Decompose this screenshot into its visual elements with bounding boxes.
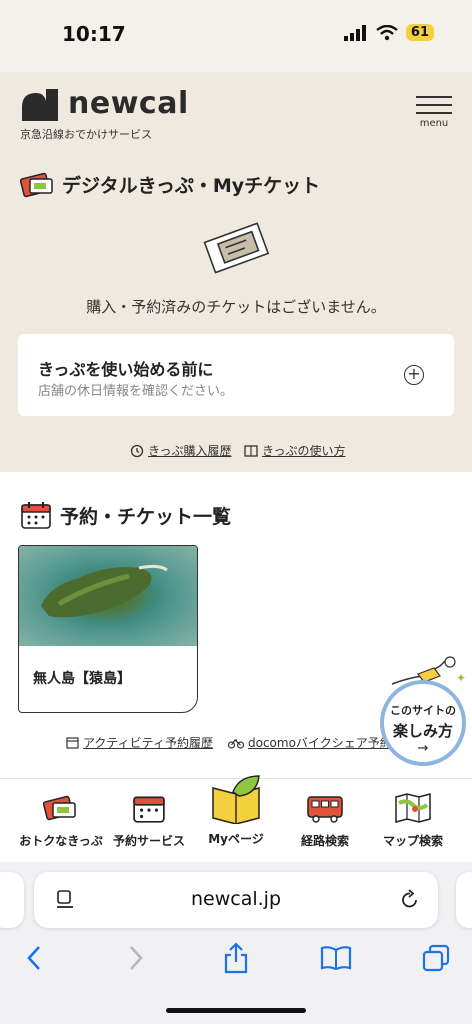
reservations-heading: 予約・チケット一覧 [20, 500, 231, 530]
tabs-icon [422, 944, 450, 972]
badge-top-text: このサイトの [390, 704, 456, 717]
nav-item-discount-tickets[interactable]: おトクなきっぷ [14, 790, 108, 849]
nav-item-route-search[interactable]: 経路検索 [278, 790, 372, 849]
bike-share-link[interactable]: docomoバイクシェア予約 [228, 734, 392, 751]
nav-item-mypage[interactable]: Myページ [189, 772, 283, 847]
url-text: newcal.jp [190, 888, 282, 910]
notice-card[interactable]: きっぷを使い始める前に 店舗の休日情報を確認ください。 + [18, 334, 454, 416]
forward-button[interactable] [116, 938, 156, 978]
tabs-button[interactable] [416, 938, 456, 978]
share-button[interactable] [216, 938, 256, 978]
reservation-card-label: 無人島【猿島】 [33, 671, 131, 687]
how-to-enjoy-badge[interactable]: このサイトの 楽しみ方 → [380, 680, 466, 766]
wifi-icon [376, 24, 398, 40]
history-icon [130, 444, 144, 457]
badge-arrow: → [417, 741, 429, 756]
chevron-left-icon [27, 946, 40, 970]
book-icon [244, 444, 258, 457]
expand-plus-icon[interactable]: + [404, 365, 424, 385]
ticket-icon [20, 172, 53, 198]
next-tab[interactable] [456, 872, 472, 928]
status-time: 10:17 [62, 22, 126, 46]
notice-subtitle: 店舗の休日情報を確認ください。 [38, 384, 234, 399]
status-bar: 10:17 61 [0, 0, 472, 72]
nav-item-map-search[interactable]: マップ検索 [366, 790, 460, 849]
island-photo [19, 546, 197, 646]
nav-item-reservation-service[interactable]: 予約サービス [102, 790, 196, 849]
notice-title: きっぷを使い始める前に [38, 360, 214, 379]
empty-ticket-illustration [203, 222, 270, 274]
calendar-nav-icon [133, 796, 165, 823]
home-indicator [166, 1008, 306, 1013]
back-button[interactable] [14, 938, 54, 978]
book-open-icon [320, 946, 352, 971]
logo-subtitle: 京急沿線おでかけサービス [20, 128, 152, 141]
share-icon [224, 942, 248, 974]
calendar-small-icon [66, 737, 79, 749]
bicycle-icon [228, 738, 244, 749]
tickets-title: デジタルきっぷ・Myチケット [62, 174, 321, 197]
menu-label: menu [419, 118, 449, 129]
train-icon [307, 796, 343, 823]
map-icon [395, 793, 431, 823]
logo[interactable]: newcal [20, 86, 189, 121]
mypage-book-icon [212, 775, 260, 824]
newcal-logo-icon [22, 88, 58, 121]
ticket-history-link[interactable]: きっぷ購入履歴 [130, 442, 232, 459]
previous-tab[interactable] [0, 872, 24, 928]
bookmarks-button[interactable] [316, 938, 356, 978]
address-bar[interactable]: newcal.jp [34, 872, 438, 928]
calendar-icon [21, 502, 51, 529]
signal-icon [343, 24, 366, 41]
menu-button[interactable]: menu [416, 96, 452, 129]
reservations-title: 予約・チケット一覧 [60, 505, 232, 528]
activity-history-link[interactable]: アクティビティ予約履歴 [66, 734, 213, 751]
status-icons: 61 [343, 24, 434, 41]
logo-text: newcal [68, 86, 189, 121]
ticket-nav-icon [43, 795, 76, 821]
ticket-howto-link[interactable]: きっぷの使い方 [244, 442, 346, 459]
reload-icon[interactable] [400, 889, 420, 911]
tickets-heading: デジタルきっぷ・Myチケット [20, 170, 320, 198]
reservation-card-sarushima[interactable]: 無人島【猿島】 [18, 545, 198, 713]
empty-ticket-message: 購入・予約済みのチケットはございません。 [86, 298, 386, 316]
svg-text:✦: ✦ [456, 671, 466, 685]
battery-indicator: 61 [405, 24, 434, 41]
badge-main-text: 楽しみ方 [392, 722, 453, 740]
chevron-right-icon [130, 946, 143, 970]
